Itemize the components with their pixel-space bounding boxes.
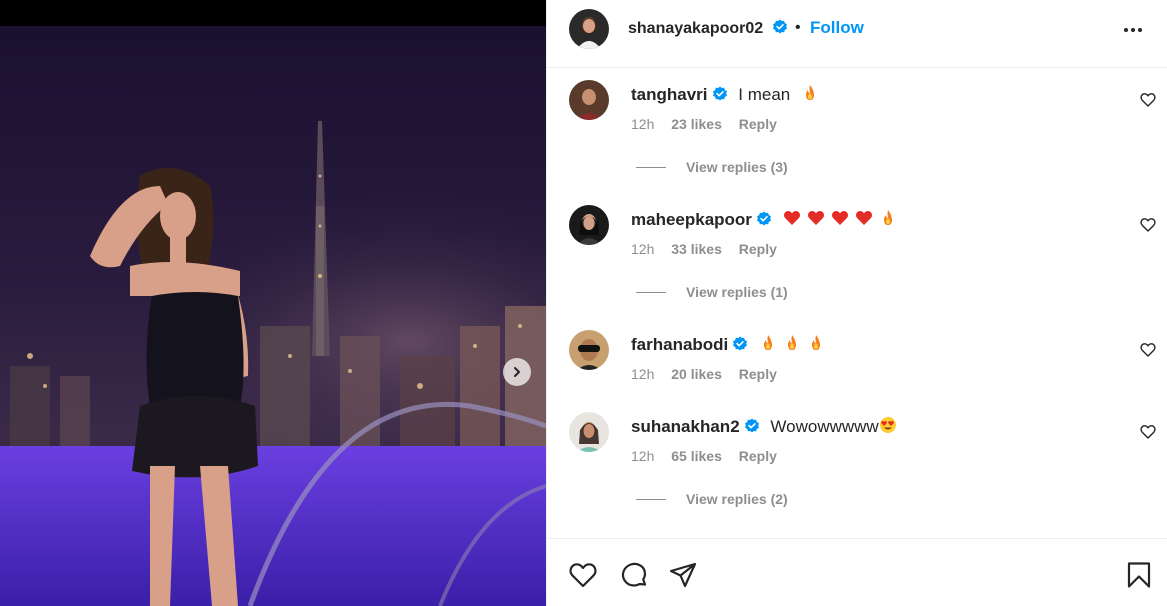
comment-emojis bbox=[879, 416, 897, 434]
commenter-avatar[interactable] bbox=[569, 330, 609, 370]
heart-eyes-icon bbox=[879, 417, 896, 433]
verified-badge-icon bbox=[712, 86, 727, 101]
reply-button[interactable]: Reply bbox=[739, 241, 777, 257]
comment-time[interactable]: 12h bbox=[631, 366, 654, 382]
author-avatar[interactable] bbox=[569, 9, 609, 49]
comment-emojis bbox=[759, 334, 825, 352]
bookmark-icon[interactable] bbox=[1124, 560, 1154, 590]
red-heart-icon bbox=[831, 211, 848, 225]
commenter-avatar[interactable] bbox=[569, 205, 609, 245]
comment-meta: 12h 23 likes Reply bbox=[631, 116, 790, 132]
view-replies-button[interactable]: View replies (1) bbox=[636, 284, 788, 300]
comment-line: farhanabodi bbox=[631, 334, 825, 355]
chevron-right-icon bbox=[514, 367, 520, 377]
heart-icon[interactable] bbox=[568, 560, 598, 590]
comment-line: maheepkapoor bbox=[631, 209, 897, 230]
post-side-panel: shanayakapoor02 • Follow tanghavri I mea… bbox=[546, 0, 1167, 606]
comment-text: Wowowwwww bbox=[770, 417, 879, 436]
verified-badge-icon bbox=[756, 211, 771, 226]
red-heart-icon bbox=[855, 211, 872, 225]
fire-icon bbox=[788, 335, 797, 350]
comment-username[interactable]: maheepkapoor bbox=[631, 210, 752, 229]
author-username-text[interactable]: shanayakapoor02 bbox=[628, 20, 763, 37]
view-replies-label[interactable]: View replies (3) bbox=[686, 159, 788, 175]
post-photo[interactable] bbox=[0, 26, 546, 606]
view-replies-button[interactable]: View replies (2) bbox=[636, 491, 788, 507]
red-heart-icon bbox=[807, 211, 824, 225]
comment-likes[interactable]: 33 likes bbox=[671, 241, 722, 257]
comment-meta: 12h 33 likes Reply bbox=[631, 241, 790, 257]
comment-likes[interactable]: 20 likes bbox=[671, 366, 722, 382]
comment-line: suhanakhan2 Wowowwwww bbox=[631, 416, 897, 437]
red-heart-icon bbox=[783, 211, 800, 225]
fire-icon bbox=[764, 335, 773, 350]
post-action-bar bbox=[547, 538, 1167, 606]
reply-button[interactable]: Reply bbox=[739, 366, 777, 382]
comment-like-heart-icon[interactable] bbox=[1140, 342, 1156, 358]
share-icon[interactable] bbox=[668, 560, 698, 590]
comment-meta: 12h 65 likes Reply bbox=[631, 448, 790, 464]
comment-emojis bbox=[783, 209, 897, 227]
next-photo-button[interactable] bbox=[503, 358, 531, 386]
comment-like-heart-icon[interactable] bbox=[1140, 92, 1156, 108]
comment-likes[interactable]: 23 likes bbox=[671, 116, 722, 132]
comment-meta: 12h 20 likes Reply bbox=[631, 366, 790, 382]
comment-line: tanghavri I mean bbox=[631, 84, 819, 105]
replies-divider bbox=[636, 166, 666, 168]
replies-divider bbox=[636, 291, 666, 293]
verified-badge-icon bbox=[744, 418, 759, 433]
comment-time[interactable]: 12h bbox=[631, 116, 654, 132]
view-replies-label[interactable]: View replies (2) bbox=[686, 491, 788, 507]
header-separator: • bbox=[795, 19, 801, 36]
replies-divider bbox=[636, 498, 666, 500]
view-replies-button[interactable]: View replies (3) bbox=[636, 159, 788, 175]
reply-button[interactable]: Reply bbox=[739, 116, 777, 132]
comments-list: tanghavri I mean 12h 23 likes Reply View… bbox=[547, 68, 1167, 538]
comment-icon[interactable] bbox=[619, 560, 649, 590]
comment-username[interactable]: tanghavri bbox=[631, 85, 708, 104]
reply-button[interactable]: Reply bbox=[739, 448, 777, 464]
verified-badge-icon bbox=[733, 336, 748, 351]
commenter-avatar[interactable] bbox=[569, 80, 609, 120]
author-username[interactable]: shanayakapoor02 bbox=[628, 19, 788, 38]
verified-badge-icon bbox=[772, 19, 787, 34]
post-header: shanayakapoor02 • Follow bbox=[547, 0, 1167, 68]
follow-button[interactable]: Follow bbox=[810, 18, 864, 38]
fire-icon bbox=[812, 335, 821, 350]
fire-icon bbox=[883, 210, 892, 225]
comment-like-heart-icon[interactable] bbox=[1140, 217, 1156, 233]
comment-text: I mean bbox=[738, 85, 791, 104]
comment-like-heart-icon[interactable] bbox=[1140, 424, 1156, 440]
comment-username[interactable]: suhanakhan2 bbox=[631, 417, 740, 436]
fire-icon bbox=[805, 85, 814, 100]
media-top-bar bbox=[0, 0, 546, 26]
comment-time[interactable]: 12h bbox=[631, 448, 654, 464]
comment-username[interactable]: farhanabodi bbox=[631, 335, 728, 354]
comment-emojis bbox=[801, 84, 819, 102]
view-replies-label[interactable]: View replies (1) bbox=[686, 284, 788, 300]
post-media bbox=[0, 0, 546, 606]
more-options-icon[interactable] bbox=[1124, 22, 1148, 38]
comment-likes[interactable]: 65 likes bbox=[671, 448, 722, 464]
comment-time[interactable]: 12h bbox=[631, 241, 654, 257]
commenter-avatar[interactable] bbox=[569, 412, 609, 452]
